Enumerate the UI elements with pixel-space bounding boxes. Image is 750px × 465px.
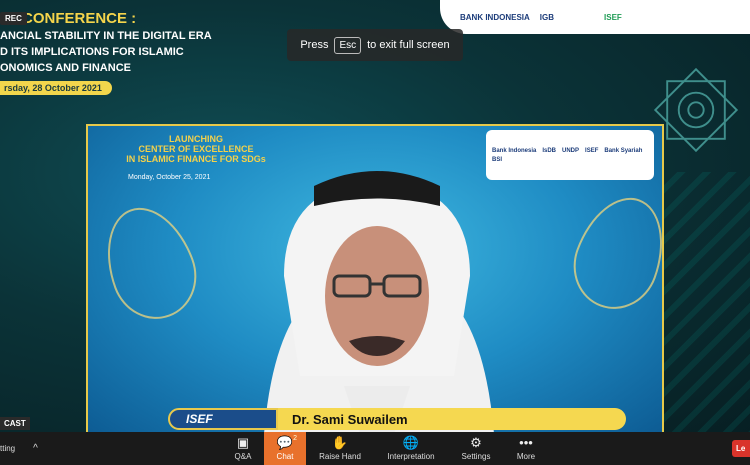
decorative-leaf-left <box>91 195 209 331</box>
isef-event-logo: ISEF <box>168 408 278 430</box>
shared-screen-stage: CONFERENCE : ANCIAL STABILITY IN THE DIG… <box>0 0 750 432</box>
chat-label: Chat <box>276 452 294 461</box>
conference-subtitle-line-1: ANCIAL STABILITY IN THE DIGITAL ERA <box>0 30 212 42</box>
more-dots-icon: ••• <box>519 435 533 450</box>
partner-logo-3: UNDP <box>562 147 580 154</box>
more-button[interactable]: ••• More <box>508 432 544 465</box>
more-label: More <box>516 452 536 461</box>
chat-button[interactable]: 💬 2 Chat <box>264 432 306 465</box>
hand-icon: ✋ <box>331 435 349 450</box>
conference-title-block: CONFERENCE : ANCIAL STABILITY IN THE DIG… <box>0 10 300 95</box>
video-date: Monday, October 25, 2021 <box>128 174 211 181</box>
video-title-line-1: LAUNCHING <box>169 134 223 144</box>
hint-suffix: to exit full screen <box>367 39 450 51</box>
audio-setting-label: tting <box>0 444 16 453</box>
conference-title: CONFERENCE : <box>22 10 137 27</box>
qa-button[interactable]: ▣ Q&A <box>222 432 264 465</box>
raise-hand-label: Raise Hand <box>319 452 361 461</box>
hint-prefix: Press <box>300 39 329 51</box>
partner-logos: Bank Indonesia IsDB UNDP ISEF Bank Syari… <box>486 130 654 180</box>
conference-date: rsday, 28 October 2021 <box>0 81 112 95</box>
video-title-line-2: CENTER OF EXCELLENCE <box>138 144 254 154</box>
speaker-video: LAUNCHING CENTER OF EXCELLENCE IN ISLAMI… <box>86 124 664 432</box>
speaker-figure <box>264 171 494 432</box>
meeting-toolbar: tting ^ ▣ Q&A 💬 2 Chat ✋ Raise Hand 🌐 In… <box>0 432 750 465</box>
globe-icon: 🌐 <box>402 435 420 450</box>
partner-logo-5: Bank Syariah <box>604 147 643 154</box>
igb-logo: IGB <box>539 12 555 22</box>
chevron-up-icon[interactable]: ^ <box>33 443 38 454</box>
top-logo-strip: BANK INDONESIA IGB ISEF <box>440 0 750 34</box>
gear-icon: ⚙ <box>470 435 482 450</box>
partner-logo-2: IsDB <box>542 147 557 154</box>
interpretation-label: Interpretation <box>387 452 435 461</box>
chat-bubble-icon: 💬 <box>276 435 294 450</box>
qa-icon: ▣ <box>236 435 250 450</box>
speaker-name-bar: ISEF Dr. Sami Suwailem <box>168 408 626 430</box>
partner-logo-4: ISEF <box>585 147 599 154</box>
qa-label: Q&A <box>234 452 252 461</box>
conference-subtitle-line-2: D ITS IMPLICATIONS FOR ISLAMIC <box>0 46 184 58</box>
fullscreen-exit-hint: Press Esc to exit full screen <box>287 29 463 61</box>
settings-label: Settings <box>461 452 491 461</box>
recording-badge: REC <box>0 12 27 25</box>
video-title: LAUNCHING CENTER OF EXCELLENCE IN ISLAMI… <box>96 134 296 164</box>
partner-logo-6: BSI <box>492 156 503 163</box>
speaker-name: Dr. Sami Suwailem <box>278 408 626 430</box>
cast-badge: CAST <box>0 417 30 430</box>
chat-badge: 2 <box>293 435 297 442</box>
isef-logo: ISEF <box>604 12 622 22</box>
conference-subtitle-line-3: ONOMICS AND FINANCE <box>0 62 131 74</box>
leave-button[interactable]: Le <box>732 440 750 457</box>
esc-key: Esc <box>334 36 362 54</box>
raise-hand-button[interactable]: ✋ Raise Hand <box>314 432 366 465</box>
interpretation-button[interactable]: 🌐 Interpretation <box>380 432 442 465</box>
bank-indonesia-logo: BANK INDONESIA <box>460 12 530 22</box>
settings-button[interactable]: ⚙ Settings <box>456 432 496 465</box>
partner-logo-1: Bank Indonesia <box>492 147 537 154</box>
audio-settings-control[interactable]: tting ^ <box>0 432 38 465</box>
decorative-leaf-right <box>561 185 662 321</box>
video-title-line-3: IN ISLAMIC FINANCE FOR SDGs <box>126 154 266 164</box>
